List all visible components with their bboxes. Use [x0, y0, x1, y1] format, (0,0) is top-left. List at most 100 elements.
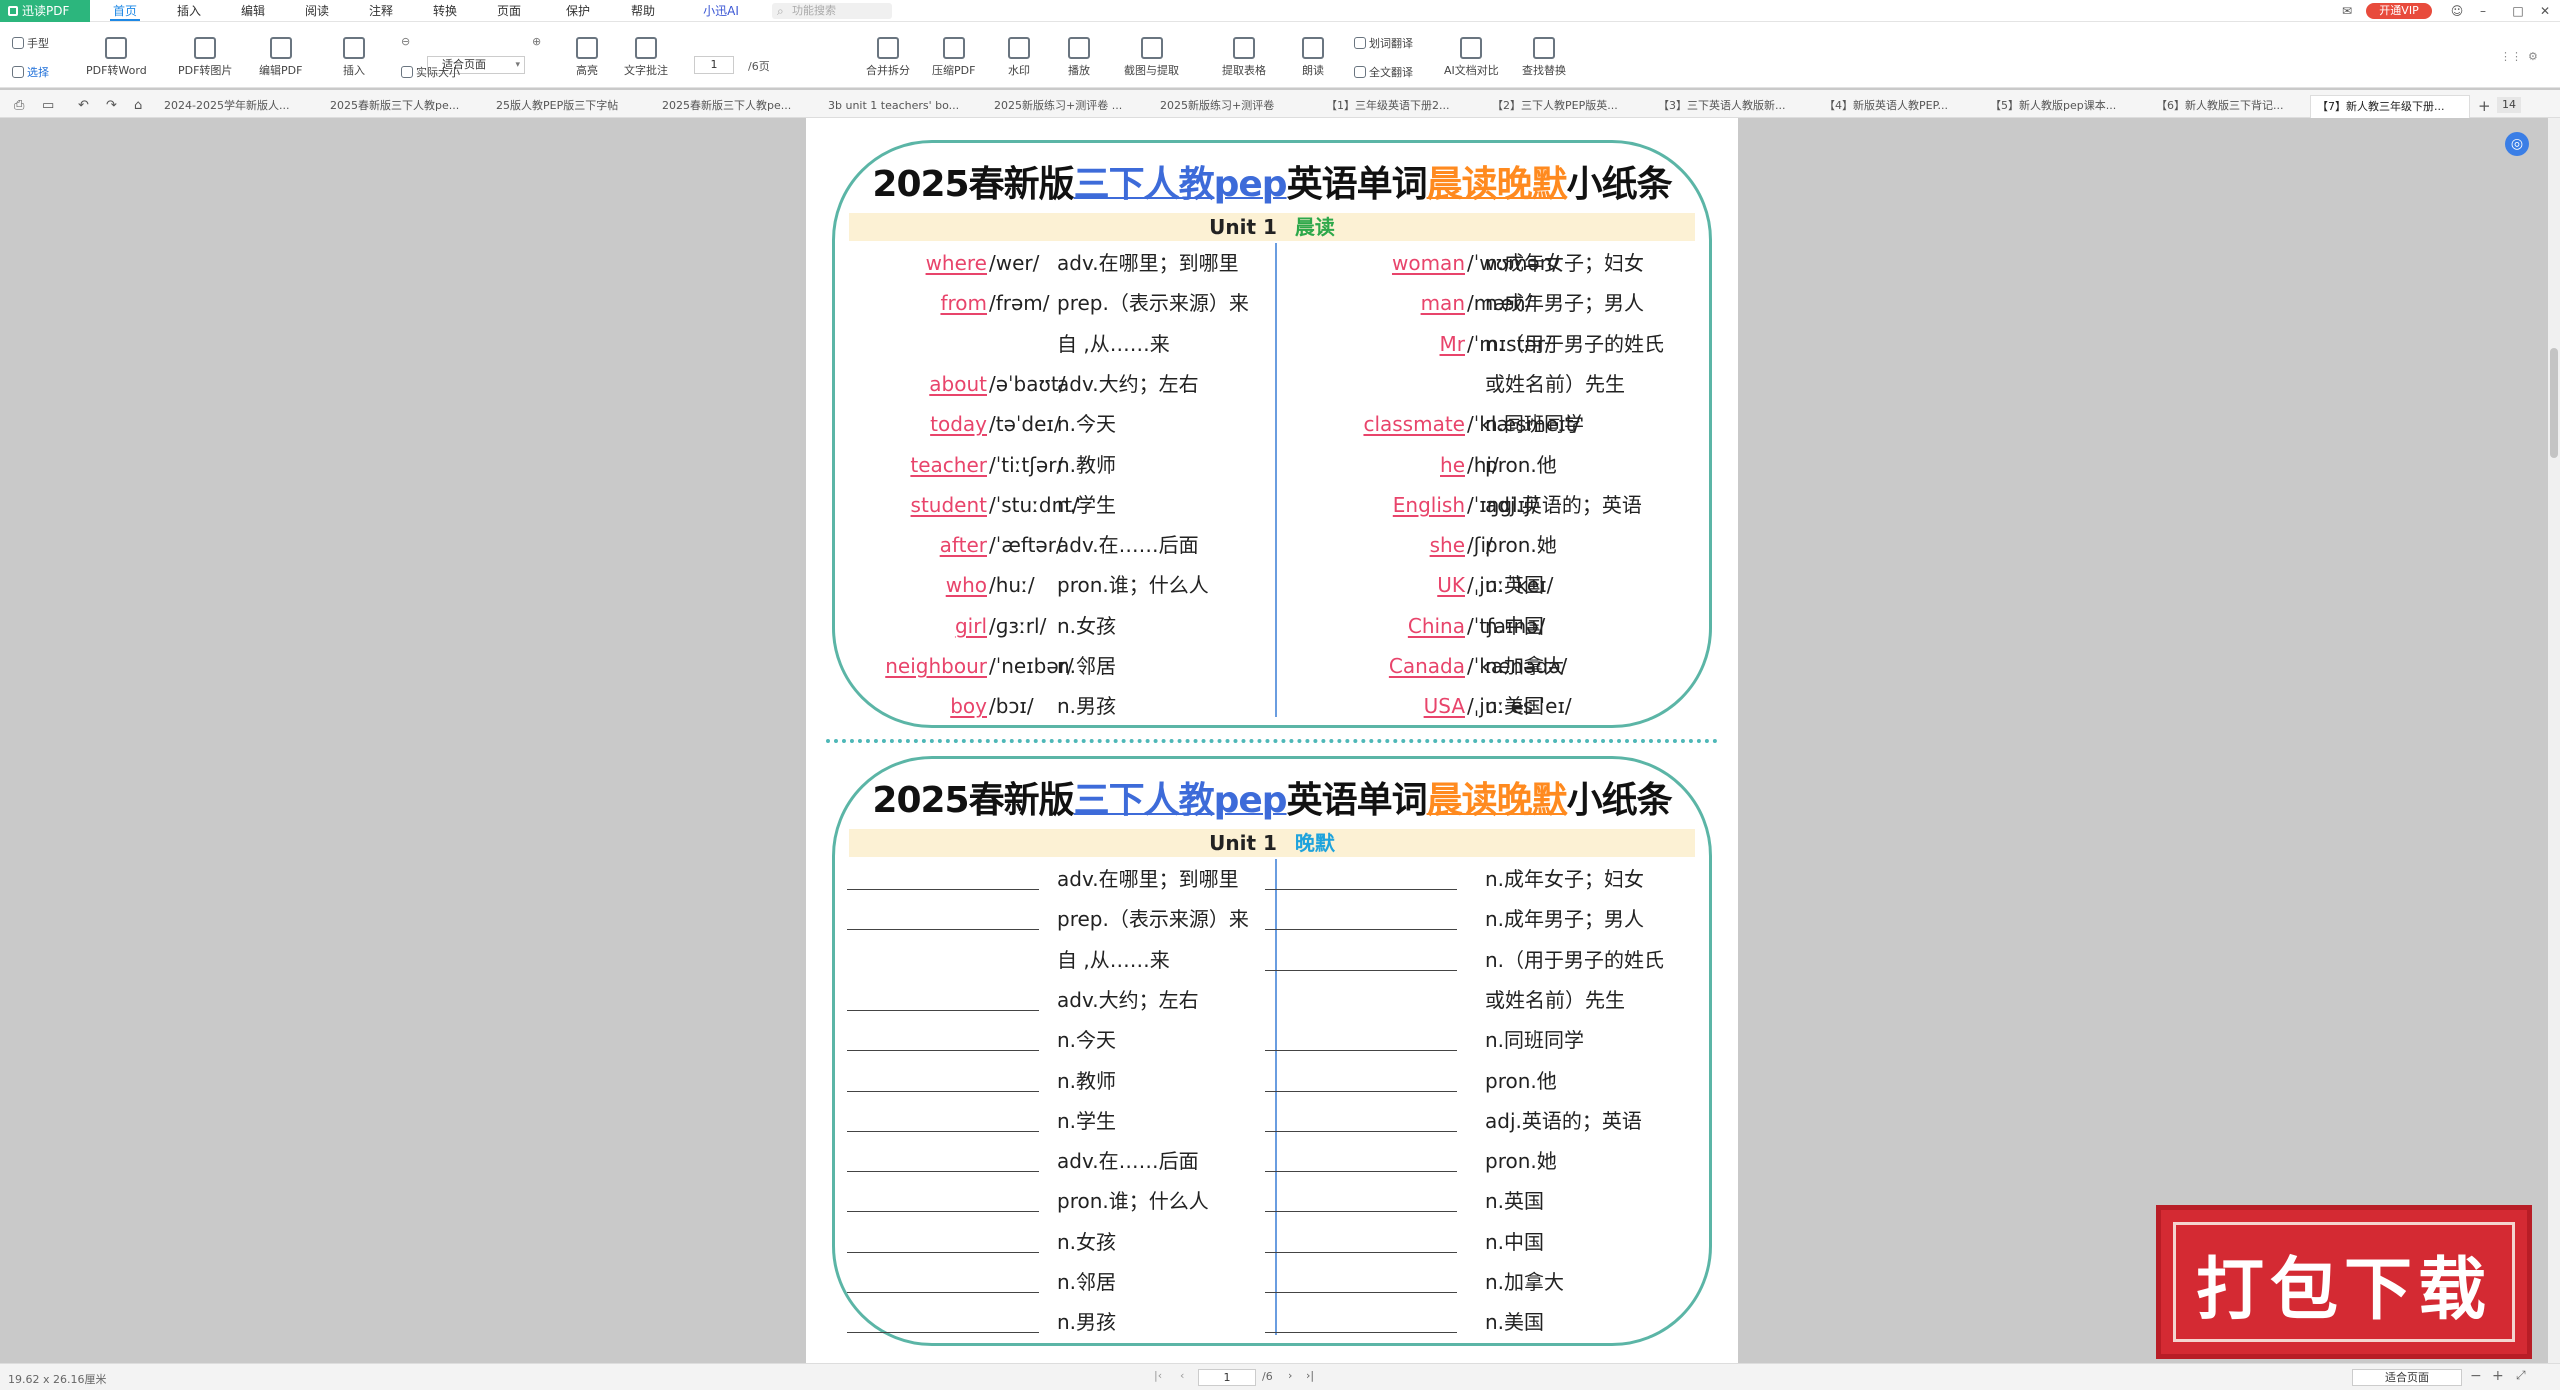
menu-page[interactable]: 页面 — [484, 0, 534, 22]
text-note-button[interactable]: 文字批注 — [624, 37, 668, 78]
tab-count[interactable]: 14 — [2497, 97, 2521, 113]
edit-pdf-button[interactable]: 编辑PDF — [259, 37, 302, 78]
settings-icon[interactable]: ⚙ — [2528, 50, 2538, 63]
vocab-word: who — [945, 573, 987, 598]
doc-tab-active[interactable]: 【7】新人教三年级下册... — [2310, 95, 2470, 118]
scroll-thumb[interactable] — [2550, 348, 2558, 458]
last-page-button[interactable]: ›| — [1306, 1369, 1314, 1382]
fullscreen-icon[interactable]: ⤢ — [2516, 1368, 2526, 1383]
menu-edit[interactable]: 编辑 — [228, 0, 278, 22]
more-icon[interactable]: ⋮⋮ — [2500, 50, 2522, 63]
full-translate-button[interactable]: 全文翻译 — [1354, 64, 1413, 80]
menu-read[interactable]: 阅读 — [292, 0, 342, 22]
title-part: 英语单词 — [1286, 780, 1428, 821]
compress-button[interactable]: 压缩PDF — [932, 37, 975, 78]
watermark-button[interactable]: 水印 — [1008, 37, 1030, 78]
user-icon[interactable]: ☺ — [2444, 0, 2470, 22]
table-icon — [1233, 37, 1255, 59]
vocab-meaning: prep.（表示来源）来 — [1057, 291, 1249, 316]
hand-tool[interactable]: 手型 — [12, 35, 49, 51]
ai-compare-button[interactable]: AI文档对比 — [1444, 37, 1499, 78]
vip-button[interactable]: 开通VIP — [2366, 3, 2432, 19]
status-zoom-select[interactable]: 适合页面 — [2352, 1369, 2462, 1386]
insert-button[interactable]: 插入 — [343, 37, 365, 78]
home-icon[interactable]: ⌂ — [128, 95, 152, 118]
menu-ai[interactable]: 小迅AI — [686, 0, 756, 22]
vocab-row: pron.他 — [1255, 1061, 1695, 1101]
select-tool[interactable]: 选择 — [12, 64, 49, 80]
prev-page-button[interactable]: ‹ — [1180, 1369, 1184, 1382]
word-translate-button[interactable]: 划词翻译 — [1354, 35, 1413, 51]
card-title: 2025春新版三下人教pep英语单词晨读晚默小纸条 — [835, 771, 1709, 823]
vocab-row: n.女孩 — [835, 1222, 1275, 1262]
menu-insert[interactable]: 插入 — [164, 0, 214, 22]
message-icon[interactable]: ✉ — [2334, 0, 2360, 22]
answer-blank — [1265, 1171, 1457, 1173]
screenshot-button[interactable]: 截图与提取 — [1124, 37, 1179, 78]
vocab-row: n.（用于男子的姓氏 — [1255, 940, 1695, 980]
minimize-button[interactable]: – — [2470, 0, 2496, 22]
play-label: 播放 — [1068, 64, 1090, 77]
answer-blank — [847, 889, 1039, 890]
doc-tab[interactable]: 2025新版练习+测评卷 ... — [988, 95, 1148, 118]
pdf-to-image-button[interactable]: PDF转图片 — [178, 37, 232, 78]
doc-tab[interactable]: 【3】三下英语人教版新... — [1652, 95, 1812, 118]
answer-blank — [1265, 1251, 1457, 1253]
maximize-button[interactable]: □ — [2505, 0, 2531, 22]
save-icon[interactable]: ▭ — [36, 95, 60, 118]
read-aloud-button[interactable]: 朗读 — [1302, 37, 1324, 78]
redo-icon[interactable]: ↷ — [100, 95, 124, 118]
doc-tab[interactable]: 3b unit 1 teachers' bo... — [822, 95, 982, 118]
first-page-button[interactable]: |‹ — [1154, 1369, 1162, 1382]
pdf-to-word-button[interactable]: PDF转Word — [86, 37, 147, 78]
menu-annotate[interactable]: 注释 — [356, 0, 406, 22]
close-button[interactable]: ✕ — [2532, 0, 2558, 22]
doc-tab[interactable]: 2025新版练习+测评卷 — [1154, 95, 1314, 118]
vocab-word: USA — [1423, 694, 1465, 719]
doc-tab[interactable]: 【2】三下人教PEP版英... — [1486, 95, 1646, 118]
vocab-meaning: adv.大约；左右 — [1057, 371, 1199, 396]
doc-tab[interactable]: 【4】新版英语人教PEP... — [1818, 95, 1978, 118]
status-page-input[interactable]: 1 — [1198, 1369, 1256, 1386]
doc-tab[interactable]: 2025春新版三下人教pe... — [324, 95, 484, 118]
vocab-row: n.今天 — [835, 1020, 1275, 1060]
zoom-in-icon[interactable]: + — [2492, 1368, 2504, 1384]
next-page-button[interactable]: › — [1288, 1369, 1292, 1382]
zoom-out-button[interactable]: ⊖ — [401, 35, 410, 48]
zoom-out-icon[interactable]: − — [2470, 1368, 2482, 1384]
app-logo[interactable]: 迅读PDF — [0, 0, 90, 22]
vertical-scrollbar[interactable] — [2548, 118, 2560, 1363]
vocab-row: n.成年女子；妇女 — [1255, 859, 1695, 899]
full-translate-label: 全文翻译 — [1369, 66, 1413, 79]
menu-protect[interactable]: 保护 — [553, 0, 603, 22]
extract-table-button[interactable]: 提取表格 — [1222, 37, 1266, 78]
menu-home[interactable]: 首页 — [100, 0, 150, 22]
play-button[interactable]: 播放 — [1068, 37, 1090, 78]
doc-tab[interactable]: 【6】新人教版三下背记... — [2150, 95, 2310, 118]
vocab-row: UK/ˌjuː ˈkeɪ/n.英国 — [1255, 565, 1695, 605]
doc-tab[interactable]: 2025春新版三下人教pe... — [656, 95, 816, 118]
status-bar: 19.62 x 26.16厘米 |‹ ‹ 1 /6 › ›| 适合页面 − + … — [0, 1363, 2560, 1390]
doc-tab[interactable]: 2024-2025学年新版人... — [158, 95, 318, 118]
title-part: 晨读晚默 — [1426, 164, 1568, 205]
doc-tab[interactable]: 25版人教PEP版三下字帖 — [490, 95, 650, 118]
highlight-button[interactable]: 高亮 — [576, 37, 598, 78]
actual-size-button[interactable]: 实际大小 — [401, 64, 460, 80]
menu-convert[interactable]: 转换 — [420, 0, 470, 22]
page-number-input[interactable]: 1 — [694, 56, 734, 74]
menu-help[interactable]: 帮助 — [618, 0, 668, 22]
undo-icon[interactable]: ↶ — [72, 95, 96, 118]
hand-label: 手型 — [27, 37, 49, 50]
vocab-meaning: n.中国 — [1485, 613, 1545, 638]
download-stamp[interactable]: 打包下载 — [2156, 1205, 2532, 1359]
new-tab-button[interactable]: + — [2472, 95, 2492, 118]
doc-tab[interactable]: 【1】三年级英语下册2... — [1320, 95, 1480, 118]
ai-assistant-icon[interactable]: ◎ — [2505, 132, 2529, 156]
zoom-in-button[interactable]: ⊕ — [532, 35, 541, 48]
doc-tab[interactable]: 【5】新人教版pep课本... — [1984, 95, 2144, 118]
merge-split-button[interactable]: 合并拆分 — [866, 37, 910, 78]
title-part: 三下人教pep — [1073, 780, 1288, 821]
find-replace-button[interactable]: 查找替换 — [1522, 37, 1566, 78]
print-icon[interactable]: ⎙ — [8, 95, 32, 118]
feature-search-input[interactable]: 功能搜索 — [772, 3, 892, 19]
